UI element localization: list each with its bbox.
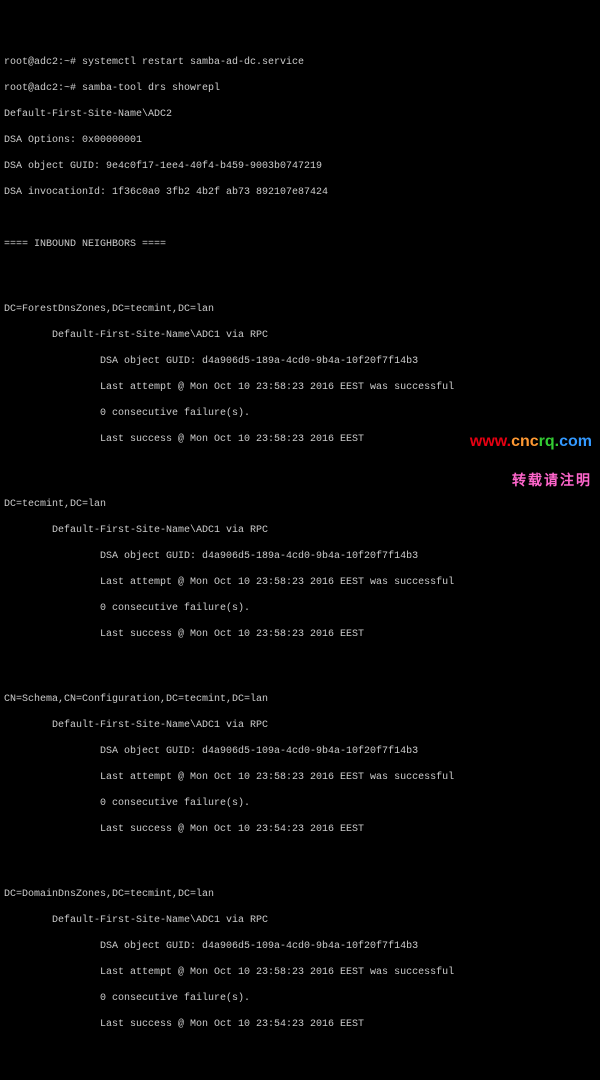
block-attempt: Last attempt @ Mon Oct 10 23:58:23 2016 … [4,381,596,394]
blank [4,654,596,667]
block-guid: DSA object GUID: d4a906d5-189a-4cd0-9b4a… [4,550,596,563]
block-success: Last success @ Mon Oct 10 23:54:23 2016 … [4,823,596,836]
dsa-options: DSA Options: 0x00000001 [4,134,596,147]
block-fail: 0 consecutive failure(s). [4,797,596,810]
blank [4,212,596,225]
block-title: DC=DomainDnsZones,DC=tecmint,DC=lan [4,888,596,901]
prompt-line: root@adc2:~# systemctl restart samba-ad-… [4,56,596,69]
block-guid: DSA object GUID: d4a906d5-189a-4cd0-9b4a… [4,355,596,368]
block-site: Default-First-Site-Name\ADC1 via RPC [4,719,596,732]
watermark: www.cncrq.com 转载请注明 [470,409,592,500]
prompt-line: root@adc2:~# samba-tool drs showrepl [4,82,596,95]
block-success: Last success @ Mon Oct 10 23:54:23 2016 … [4,1018,596,1031]
block-success: Last success @ Mon Oct 10 23:58:23 2016 … [4,433,596,446]
inbound-header: ==== INBOUND NEIGHBORS ==== [4,238,596,251]
site-line: Default-First-Site-Name\ADC2 [4,108,596,121]
block-site: Default-First-Site-Name\ADC1 via RPC [4,524,596,537]
dsa-guid: DSA object GUID: 9e4c0f17-1ee4-40f4-b459… [4,160,596,173]
block-guid: DSA object GUID: d4a906d5-109a-4cd0-9b4a… [4,940,596,953]
block-site: Default-First-Site-Name\ADC1 via RPC [4,914,596,927]
blank [4,459,596,472]
block-fail: 0 consecutive failure(s). [4,992,596,1005]
block-title: CN=Schema,CN=Configuration,DC=tecmint,DC… [4,693,596,706]
block-guid: DSA object GUID: d4a906d5-109a-4cd0-9b4a… [4,745,596,758]
blank [4,264,596,277]
block-success: Last success @ Mon Oct 10 23:58:23 2016 … [4,628,596,641]
watermark-tag: 转载请注明 [470,474,592,487]
blank [4,1044,596,1057]
block-attempt: Last attempt @ Mon Oct 10 23:58:23 2016 … [4,576,596,589]
block-fail: 0 consecutive failure(s). [4,407,596,420]
block-attempt: Last attempt @ Mon Oct 10 23:58:23 2016 … [4,771,596,784]
block-fail: 0 consecutive failure(s). [4,602,596,615]
dsa-invocation: DSA invocationId: 1f36c0a0 3fb2 4b2f ab7… [4,186,596,199]
blank [4,849,596,862]
block-attempt: Last attempt @ Mon Oct 10 23:58:23 2016 … [4,966,596,979]
block-title: DC=tecmint,DC=lan [4,498,596,511]
block-site: Default-First-Site-Name\ADC1 via RPC [4,329,596,342]
block-title: DC=ForestDnsZones,DC=tecmint,DC=lan [4,303,596,316]
